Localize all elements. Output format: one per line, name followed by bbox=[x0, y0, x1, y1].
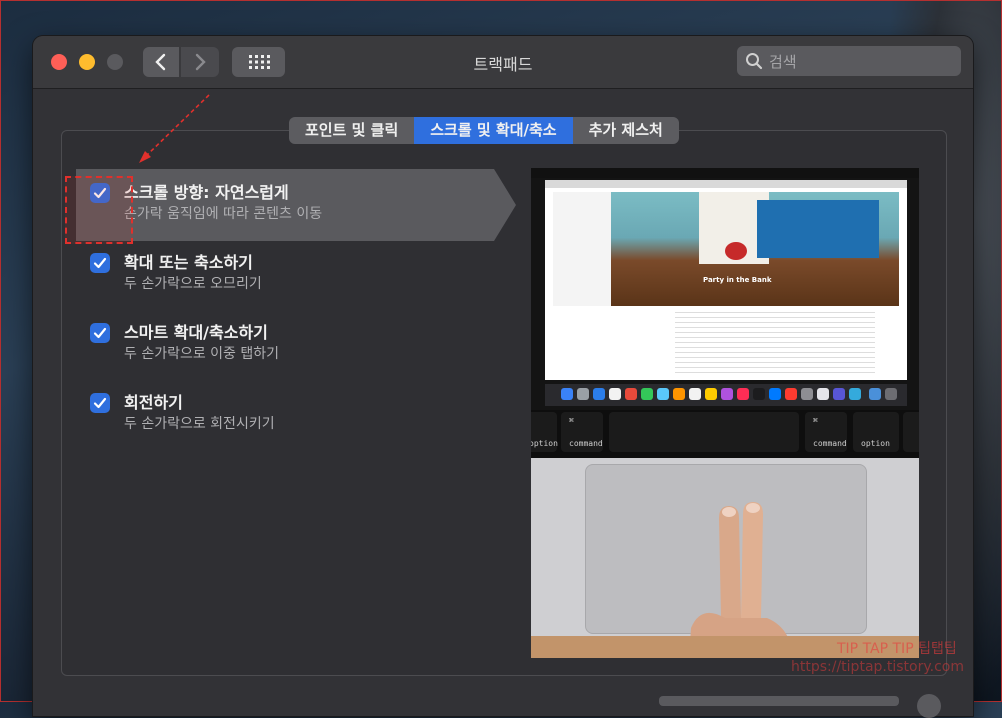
dock-app-icon bbox=[657, 388, 669, 400]
key-symbol: ⌘ bbox=[569, 416, 574, 425]
preview-key-option-right: option bbox=[853, 412, 899, 452]
dock-app-icon bbox=[737, 388, 749, 400]
annotation-arrow-icon bbox=[139, 94, 210, 163]
preview-key-command-left: ⌘ command bbox=[561, 412, 603, 452]
zoom-in-out-checkbox[interactable] bbox=[90, 253, 110, 273]
dock-app-icon bbox=[833, 388, 845, 400]
preview-hero-painting bbox=[757, 200, 879, 258]
dock-app-icon bbox=[593, 388, 605, 400]
option-title: 스마트 확대/축소하기 bbox=[124, 323, 268, 342]
preview-hero-ball bbox=[725, 242, 747, 260]
checkmark-icon bbox=[93, 257, 107, 269]
dock-app-icon bbox=[625, 388, 637, 400]
preview-menubar bbox=[531, 168, 919, 178]
key-symbol: ⌘ bbox=[813, 416, 818, 425]
tab-scroll-and-zoom[interactable]: 스크롤 및 확대/축소 bbox=[414, 117, 573, 144]
tab-more-gestures[interactable]: 추가 제스처 bbox=[573, 117, 679, 144]
key-label: option bbox=[531, 439, 558, 448]
smart-zoom-checkbox[interactable] bbox=[90, 323, 110, 343]
gesture-preview-video: Party in the Bank option ⌘ command ⌘ com… bbox=[531, 168, 919, 658]
key-label: command bbox=[569, 439, 603, 448]
tab-bar: 포인트 및 클릭 스크롤 및 확대/축소 추가 제스처 bbox=[289, 117, 679, 144]
help-button[interactable] bbox=[917, 694, 941, 718]
dock-app-icon bbox=[577, 388, 589, 400]
selected-option-pointer bbox=[494, 169, 516, 241]
titlebar: 트랙패드 검색 bbox=[33, 36, 973, 89]
dock-app-icon bbox=[885, 388, 897, 400]
dock-app-icon bbox=[785, 388, 797, 400]
preview-keyboard: option ⌘ command ⌘ command option bbox=[531, 410, 919, 458]
dock-app-icon bbox=[721, 388, 733, 400]
preview-key-arrow bbox=[903, 412, 919, 452]
preview-hero-panel bbox=[553, 192, 611, 306]
option-title: 확대 또는 축소하기 bbox=[124, 253, 253, 272]
option-subtitle: 손가락 움직임에 따라 콘텐츠 이동 bbox=[124, 206, 323, 222]
key-label: option bbox=[861, 439, 890, 448]
key-label: command bbox=[813, 439, 847, 448]
preview-key-space bbox=[609, 412, 799, 452]
two-finger-hand-icon bbox=[689, 502, 793, 658]
preview-key-option-left: option bbox=[531, 412, 558, 452]
dock-app-icon bbox=[801, 388, 813, 400]
search-field[interactable]: 검색 bbox=[737, 46, 961, 76]
dock-app-icon bbox=[689, 388, 701, 400]
preview-key-command-right: ⌘ command bbox=[805, 412, 847, 452]
dock-app-icon bbox=[817, 388, 829, 400]
watermark-title: TIP TAP TIP 팁탭팁 bbox=[837, 641, 957, 657]
search-placeholder: 검색 bbox=[769, 52, 797, 71]
annotation-highlight-box bbox=[65, 176, 133, 244]
search-icon bbox=[745, 52, 763, 70]
preview-dock bbox=[545, 384, 907, 406]
preview-article-text bbox=[675, 312, 875, 376]
option-subtitle: 두 손가락으로 오므리기 bbox=[124, 276, 262, 292]
option-subtitle: 두 손가락으로 이중 탭하기 bbox=[124, 346, 280, 362]
dock-app-icon bbox=[609, 388, 621, 400]
preview-hero-caption: Party in the Bank bbox=[703, 276, 772, 284]
checkmark-icon bbox=[93, 397, 107, 409]
dock-app-icon bbox=[753, 388, 765, 400]
preview-browser-window: Party in the Bank bbox=[545, 180, 907, 380]
option-title: 회전하기 bbox=[124, 393, 183, 412]
dock-app-icon bbox=[869, 388, 881, 400]
dock-app-icon bbox=[673, 388, 685, 400]
dock-app-icon bbox=[641, 388, 653, 400]
rotate-checkbox[interactable] bbox=[90, 393, 110, 413]
watermark-url: https://tiptap.tistory.com bbox=[791, 659, 964, 675]
preview-hero-image: Party in the Bank bbox=[553, 192, 899, 306]
preview-browser-toolbar bbox=[545, 180, 907, 188]
dock-app-icon bbox=[849, 388, 861, 400]
option-subtitle: 두 손가락으로 회전시키기 bbox=[124, 416, 275, 432]
option-title: 스크롤 방향: 자연스럽게 bbox=[124, 183, 289, 202]
dock-app-icon bbox=[705, 388, 717, 400]
dock-app-icon bbox=[769, 388, 781, 400]
dock-app-icon bbox=[561, 388, 573, 400]
preview-palm-rest bbox=[531, 458, 919, 658]
checkmark-icon bbox=[93, 327, 107, 339]
tab-point-and-click[interactable]: 포인트 및 클릭 bbox=[289, 117, 414, 144]
set-up-bluetooth-trackpad-button[interactable] bbox=[659, 696, 899, 706]
